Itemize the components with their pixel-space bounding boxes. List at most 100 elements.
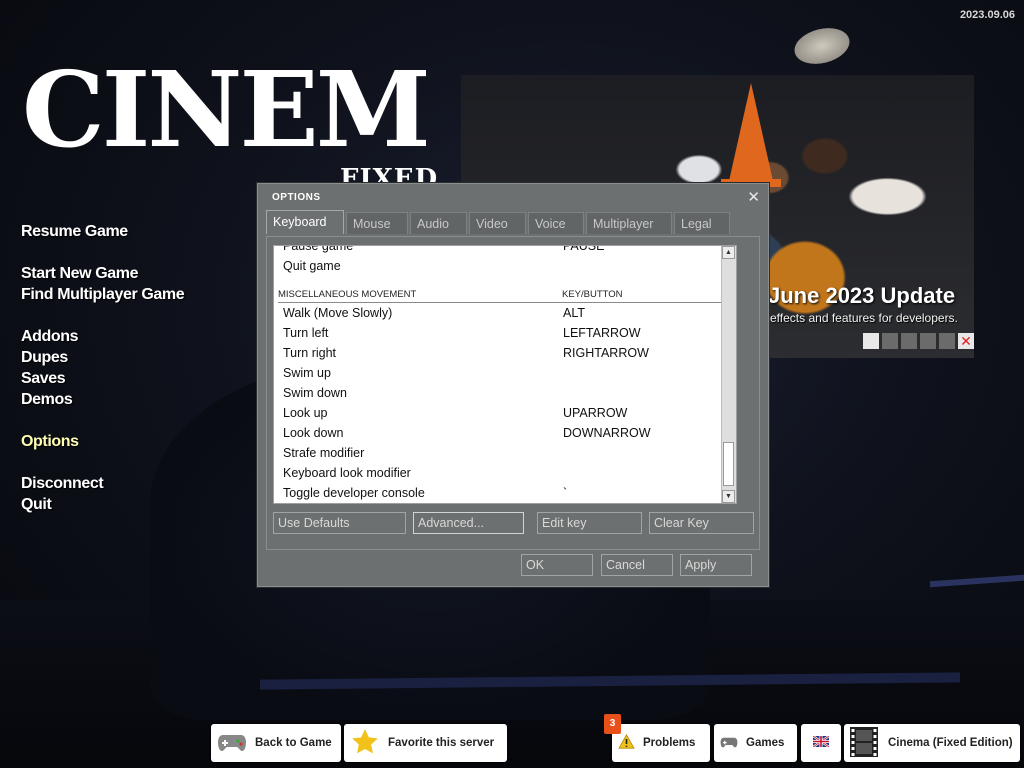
news-description: effects and features for developers. bbox=[770, 311, 958, 325]
list-item[interactable]: Swim down bbox=[283, 383, 723, 403]
clear-key-button[interactable]: Clear Key bbox=[649, 512, 754, 534]
menu-options[interactable]: Options bbox=[21, 431, 184, 452]
binding-action: Look down bbox=[283, 426, 344, 440]
news-page-dot[interactable] bbox=[920, 333, 936, 349]
binding-key: UPARROW bbox=[563, 406, 628, 420]
back-to-game-label: Back to Game bbox=[255, 737, 332, 749]
tab-audio[interactable]: Audio bbox=[410, 212, 467, 234]
uk-flag-icon bbox=[812, 735, 830, 750]
list-item[interactable]: Pause game PAUSE bbox=[283, 245, 723, 256]
gamepad-icon bbox=[217, 731, 247, 756]
binding-action: Swim up bbox=[283, 366, 331, 380]
problems-label: Problems bbox=[643, 737, 696, 749]
menu-dupes[interactable]: Dupes bbox=[21, 347, 184, 368]
background-stripe bbox=[930, 574, 1024, 588]
section-header: MISCELLANEOUS MOVEMENT KEY/BUTTON bbox=[278, 288, 730, 303]
tab-multiplayer[interactable]: Multiplayer bbox=[586, 212, 672, 234]
binding-action: Turn left bbox=[283, 326, 329, 340]
binding-key: ` bbox=[563, 486, 568, 500]
games-label: Games bbox=[746, 737, 785, 749]
film-strip-icon bbox=[848, 726, 880, 761]
games-button[interactable]: Games bbox=[714, 724, 797, 762]
news-page-dot[interactable] bbox=[939, 333, 955, 349]
scroll-up-arrow-icon[interactable]: ▲ bbox=[722, 246, 735, 259]
list-item[interactable]: Swim up bbox=[283, 363, 723, 383]
background-disc bbox=[790, 22, 854, 70]
favorite-server-button[interactable]: Favorite this server bbox=[344, 724, 507, 762]
list-item[interactable]: Walk (Move Slowly) ALT bbox=[283, 303, 723, 323]
gamemode-label: Cinema (Fixed Edition) bbox=[888, 737, 1013, 749]
news-page-dot[interactable] bbox=[882, 333, 898, 349]
key-binding-list[interactable]: Pause game PAUSE Quit game MISCELLANEOUS… bbox=[273, 245, 737, 504]
binding-action: Keyboard look modifier bbox=[283, 466, 411, 480]
menu-disconnect[interactable]: Disconnect bbox=[21, 473, 184, 494]
list-item[interactable]: Turn right RIGHTARROW bbox=[283, 343, 723, 363]
star-icon bbox=[350, 728, 380, 759]
gamepad-icon bbox=[720, 735, 738, 752]
news-page-dot[interactable] bbox=[863, 333, 879, 349]
problems-button[interactable]: Problems bbox=[612, 724, 710, 762]
options-dialog: OPTIONS ✕ Keyboard Mouse Audio Video Voi… bbox=[257, 183, 769, 587]
section-header-action: MISCELLANEOUS MOVEMENT bbox=[278, 289, 417, 300]
menu-demos[interactable]: Demos bbox=[21, 389, 184, 410]
gamemode-button[interactable]: Cinema (Fixed Edition) bbox=[844, 724, 1020, 762]
game-logo: CINEM bbox=[22, 48, 431, 171]
binding-action: Strafe modifier bbox=[283, 446, 365, 460]
list-item[interactable]: Look up UPARROW bbox=[283, 403, 723, 423]
binding-action: Quit game bbox=[283, 259, 341, 273]
list-item[interactable]: Strafe modifier bbox=[283, 443, 723, 463]
list-item[interactable]: Toggle developer console ` bbox=[283, 483, 723, 503]
menu-resume-game[interactable]: Resume Game bbox=[21, 221, 184, 242]
binding-key: ALT bbox=[563, 306, 585, 320]
favorite-server-label: Favorite this server bbox=[388, 737, 495, 749]
menu-find-multiplayer-game[interactable]: Find Multiplayer Game bbox=[21, 284, 185, 305]
dialog-title: OPTIONS bbox=[272, 192, 321, 203]
menu-quit[interactable]: Quit bbox=[21, 494, 184, 515]
close-icon[interactable]: ✕ bbox=[747, 188, 760, 206]
scroll-down-arrow-icon[interactable]: ▼ bbox=[722, 490, 735, 503]
menu-start-new-game[interactable]: Start New Game bbox=[21, 263, 184, 284]
binding-key: DOWNARROW bbox=[563, 426, 651, 440]
tab-mouse[interactable]: Mouse bbox=[346, 212, 408, 234]
problems-count-badge: 3 bbox=[604, 714, 621, 734]
traffic-cone-graphic bbox=[729, 83, 773, 181]
binding-action: Walk (Move Slowly) bbox=[283, 306, 393, 320]
cancel-button[interactable]: Cancel bbox=[601, 554, 673, 576]
options-tabs: Keyboard Mouse Audio Video Voice Multipl… bbox=[266, 210, 732, 234]
binding-key: LEFTARROW bbox=[563, 326, 641, 340]
list-item[interactable]: Keyboard look modifier bbox=[283, 463, 723, 483]
menu-saves[interactable]: Saves bbox=[21, 368, 184, 389]
edit-key-button[interactable]: Edit key bbox=[537, 512, 642, 534]
list-item[interactable]: Look down DOWNARROW bbox=[283, 423, 723, 443]
news-page-dot[interactable] bbox=[901, 333, 917, 349]
scroll-thumb[interactable] bbox=[723, 442, 734, 486]
news-title: June 2023 Update bbox=[768, 283, 956, 308]
news-pager: ✕ bbox=[863, 333, 974, 349]
binding-action: Toggle developer console bbox=[283, 486, 425, 500]
back-to-game-button[interactable]: Back to Game bbox=[211, 724, 341, 762]
binding-key: PAUSE bbox=[563, 245, 605, 253]
ok-button[interactable]: OK bbox=[521, 554, 593, 576]
list-scrollbar[interactable]: ▲ ▼ bbox=[721, 246, 736, 503]
warning-icon bbox=[618, 733, 635, 752]
build-date: 2023.09.06 bbox=[959, 9, 1015, 21]
news-close-icon[interactable]: ✕ bbox=[958, 333, 974, 349]
tab-voice[interactable]: Voice bbox=[528, 212, 584, 234]
main-menu: Resume Game Start New Game Find Multipla… bbox=[21, 221, 185, 515]
binding-action: Swim down bbox=[283, 386, 347, 400]
binding-action: Turn right bbox=[283, 346, 337, 360]
list-item[interactable]: Turn left LEFTARROW bbox=[283, 323, 723, 343]
use-defaults-button[interactable]: Use Defaults bbox=[273, 512, 406, 534]
binding-action: Look up bbox=[283, 406, 328, 420]
section-header-key: KEY/BUTTON bbox=[562, 289, 623, 300]
tab-video[interactable]: Video bbox=[469, 212, 526, 234]
list-item[interactable]: Quit game bbox=[283, 256, 723, 276]
binding-key: RIGHTARROW bbox=[563, 346, 649, 360]
tab-legal[interactable]: Legal bbox=[674, 212, 730, 234]
menu-addons[interactable]: Addons bbox=[21, 326, 184, 347]
language-button[interactable] bbox=[801, 724, 841, 762]
advanced-button[interactable]: Advanced... bbox=[413, 512, 524, 534]
tab-keyboard[interactable]: Keyboard bbox=[266, 210, 344, 234]
binding-action: Pause game bbox=[283, 245, 354, 253]
apply-button[interactable]: Apply bbox=[680, 554, 752, 576]
